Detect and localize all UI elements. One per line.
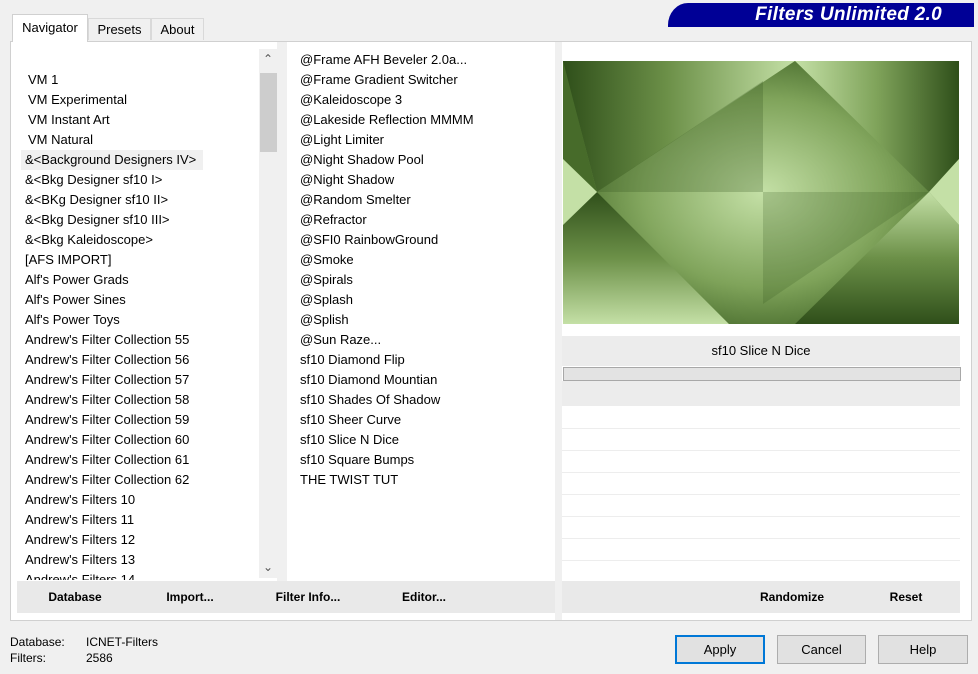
category-scrollbar[interactable]: ⌃ ⌄ <box>259 49 277 578</box>
tab-presets[interactable]: Presets <box>88 18 151 40</box>
parameter-row <box>562 538 960 539</box>
apply-button[interactable]: Apply <box>675 635 765 664</box>
category-item[interactable]: Andrew's Filter Collection 56 <box>21 350 261 370</box>
filter-item[interactable]: THE TWIST TUT <box>296 470 551 490</box>
filter-item[interactable]: @Refractor <box>296 210 551 230</box>
filter-item[interactable]: @Frame AFH Beveler 2.0a... <box>296 50 551 70</box>
filters-count-label: Filters: <box>10 651 46 665</box>
category-item[interactable]: Andrew's Filters 13 <box>21 550 261 570</box>
database-button[interactable]: Database <box>35 581 115 613</box>
filter-item[interactable]: sf10 Shades Of Shadow <box>296 390 551 410</box>
parameter-row <box>562 494 960 495</box>
filter-item[interactable]: @Sun Raze... <box>296 330 551 350</box>
category-item[interactable]: Andrew's Filter Collection 58 <box>21 390 261 410</box>
navigator-panel: VM 1 VM Experimental VM Instant Art VM Natu… <box>10 41 972 621</box>
category-item[interactable]: Alf's Power Grads <box>21 270 261 290</box>
parameter-row <box>562 450 960 451</box>
reset-button[interactable]: Reset <box>880 581 932 613</box>
category-item[interactable]: VM Experimental <box>21 90 261 110</box>
filter-item[interactable]: sf10 Slice N Dice <box>296 430 551 450</box>
filters-count-value: 2586 <box>86 651 113 665</box>
category-item[interactable]: Andrew's Filter Collection 57 <box>21 370 261 390</box>
parameter-row <box>562 516 960 517</box>
filter-item[interactable]: sf10 Diamond Mountian <box>296 370 551 390</box>
tab-about[interactable]: About <box>151 18 204 40</box>
help-button[interactable]: Help <box>878 635 968 664</box>
randomize-button[interactable]: Randomize <box>752 581 832 613</box>
filter-item[interactable]: sf10 Square Bumps <box>296 450 551 470</box>
filters-unlimited-logo: Filters Unlimited 2.0 <box>668 3 974 27</box>
filter-item[interactable]: @Night Shadow <box>296 170 551 190</box>
filter-item[interactable]: @Splish <box>296 310 551 330</box>
scrollbar-thumb[interactable] <box>260 73 277 152</box>
scroll-up-arrow-icon[interactable]: ⌃ <box>259 51 277 68</box>
filter-item[interactable]: @Splash <box>296 290 551 310</box>
filter-parameter-slider[interactable] <box>563 367 961 381</box>
selected-filter-name: sf10 Slice N Dice <box>562 336 960 366</box>
category-item[interactable]: &<BKg Designer sf10 II> <box>21 190 261 210</box>
filter-item[interactable]: @Spirals <box>296 270 551 290</box>
category-item[interactable]: VM Natural <box>21 130 261 150</box>
category-item[interactable]: &<Bkg Designer sf10 I> <box>21 170 261 190</box>
category-item[interactable]: Alf's Power Sines <box>21 290 261 310</box>
filter-item[interactable]: @Night Shadow Pool <box>296 150 551 170</box>
category-item[interactable]: &<Bkg Designer sf10 III> <box>21 210 261 230</box>
category-item[interactable]: Andrew's Filters 14 <box>21 570 261 580</box>
import-button[interactable]: Import... <box>155 581 225 613</box>
parameter-row <box>562 428 960 429</box>
category-list[interactable]: VM 1 VM Experimental VM Instant Art VM Natu… <box>21 70 261 580</box>
filter-item[interactable]: @Light Limiter <box>296 130 551 150</box>
list-separator <box>277 42 287 581</box>
category-item[interactable]: Andrew's Filters 10 <box>21 490 261 510</box>
category-item[interactable]: Alf's Power Toys <box>21 310 261 330</box>
category-item[interactable]: Andrew's Filter Collection 59 <box>21 410 261 430</box>
category-item[interactable]: Andrew's Filter Collection 55 <box>21 330 261 350</box>
parameter-row <box>562 560 960 561</box>
preview-button-bar: Randomize Reset <box>562 581 960 613</box>
scroll-down-arrow-icon[interactable]: ⌄ <box>259 559 277 576</box>
filter-list[interactable]: @Frame AFH Beveler 2.0a... @Frame Gradien… <box>296 50 551 580</box>
logo-text: Filters Unlimited 2.0 <box>755 4 942 25</box>
category-item[interactable]: VM Instant Art <box>21 110 261 130</box>
category-item[interactable]: VM 1 <box>21 70 261 90</box>
panel-separator <box>555 42 562 620</box>
parameter-row <box>562 472 960 473</box>
filter-item[interactable]: sf10 Diamond Flip <box>296 350 551 370</box>
database-value: ICNET-Filters <box>86 635 158 649</box>
category-item[interactable]: Andrew's Filter Collection 60 <box>21 430 261 450</box>
cancel-button[interactable]: Cancel <box>777 635 866 664</box>
filter-item[interactable]: @Random Smelter <box>296 190 551 210</box>
category-item[interactable]: &<Bkg Kaleidoscope> <box>21 230 261 250</box>
filter-item[interactable]: @Lakeside Reflection MMMM <box>296 110 551 130</box>
database-label: Database: <box>10 635 65 649</box>
filter-preview-image <box>563 61 959 324</box>
filter-info-button[interactable]: Filter Info... <box>263 581 353 613</box>
filter-item[interactable]: @Kaleidoscope 3 <box>296 90 551 110</box>
category-item[interactable]: Andrew's Filter Collection 62 <box>21 470 261 490</box>
parameter-header-strip <box>562 381 960 406</box>
filter-item[interactable]: @Smoke <box>296 250 551 270</box>
category-item[interactable]: &<Background Designers IV> <box>21 150 203 170</box>
category-item[interactable]: Andrew's Filters 12 <box>21 530 261 550</box>
filter-item[interactable]: @Frame Gradient Switcher <box>296 70 551 90</box>
navigator-button-bar: Database Import... Filter Info... Editor… <box>17 581 555 613</box>
editor-button[interactable]: Editor... <box>389 581 459 613</box>
category-item[interactable]: Andrew's Filters 11 <box>21 510 261 530</box>
tab-navigator[interactable]: Navigator <box>12 14 88 42</box>
category-item[interactable]: [AFS IMPORT] <box>21 250 261 270</box>
category-item[interactable]: Andrew's Filter Collection 61 <box>21 450 261 470</box>
filter-item[interactable]: @SFI0 RainbowGround <box>296 230 551 250</box>
filter-item[interactable]: sf10 Sheer Curve <box>296 410 551 430</box>
